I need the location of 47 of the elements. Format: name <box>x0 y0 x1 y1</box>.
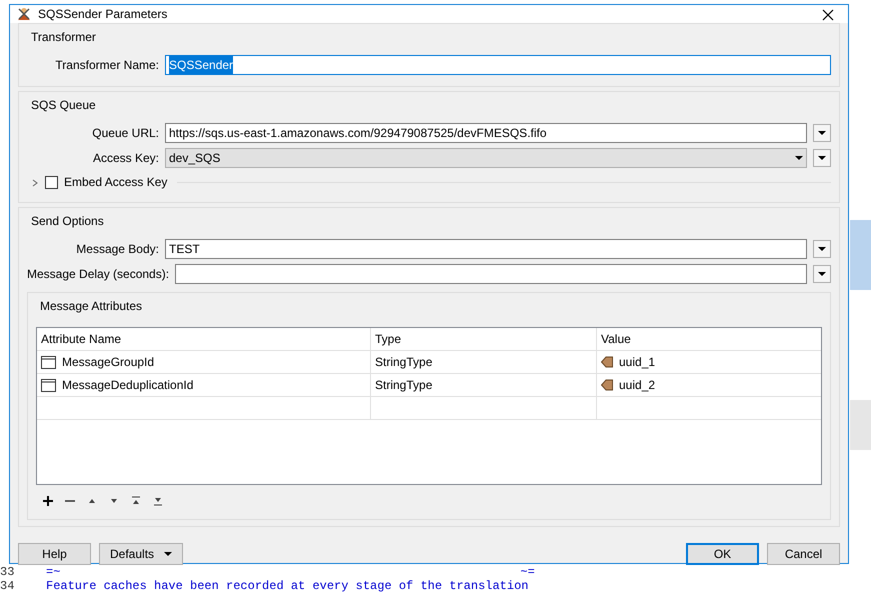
group-heading: SQS Queue <box>31 97 96 114</box>
side-panel <box>850 220 871 290</box>
field-label: Access Key: <box>92 150 159 167</box>
column-header[interactable]: Type <box>371 328 597 350</box>
field-label: Message Body: <box>75 241 159 258</box>
window-title: SQSSender Parameters <box>38 6 168 23</box>
dropdown-button[interactable] <box>813 149 831 167</box>
help-button[interactable]: Help <box>18 543 91 565</box>
field-label: Message Delay (seconds): <box>27 266 170 283</box>
line-number: 34 <box>0 579 16 593</box>
table-cell-text: MessageDeduplicationId <box>62 377 194 394</box>
field-label: Queue URL: <box>91 125 159 142</box>
log-text: =~ <box>45 565 60 579</box>
add-icon[interactable] <box>40 493 56 509</box>
table-cell-text: uuid_2 <box>619 377 656 394</box>
select-field[interactable]: dev_SQS <box>165 148 807 168</box>
table-cell-text: MessageGroupId <box>62 354 154 371</box>
attribute-icon <box>41 378 56 392</box>
cancel-button[interactable]: Cancel <box>767 543 840 565</box>
group-heading: Send Options <box>31 213 104 230</box>
table-cell: StringType <box>371 374 597 396</box>
table-cell: StringType <box>371 351 597 373</box>
dropdown-button[interactable] <box>813 240 831 258</box>
input-field[interactable]: TEST <box>165 239 807 259</box>
input-field[interactable] <box>175 264 807 284</box>
attribute-icon <box>41 356 56 368</box>
log-text: Feature caches have been recorded at every stage of the translation <box>45 579 528 593</box>
app-icon <box>16 6 32 22</box>
group-heading: Transformer <box>31 29 96 46</box>
input-field[interactable]: https://sqs.us-east-1.amazonaws.com/929479087525/devFMESQS.fifo <box>165 123 807 143</box>
checkbox-label: Embed Access Key <box>64 174 168 191</box>
log-text: ~= <box>519 565 535 579</box>
column-header[interactable]: Attribute Name <box>37 328 371 350</box>
input-field[interactable]: SQSSender <box>165 55 831 75</box>
group-heading: Message Attributes <box>40 298 142 315</box>
close-icon[interactable] <box>822 9 834 22</box>
column-header[interactable]: Value <box>597 328 821 350</box>
left-arrow-icon <box>601 356 613 368</box>
line-number: 33 <box>0 565 16 579</box>
defaults-button[interactable]: Defaults <box>99 543 184 565</box>
checkbox[interactable] <box>45 176 58 188</box>
dropdown-button[interactable] <box>813 265 831 283</box>
field-label: Transformer Name: <box>54 57 159 74</box>
ok-button[interactable]: OK <box>686 543 759 565</box>
table-cell-text: uuid_1 <box>619 354 656 371</box>
left-arrow-icon <box>601 379 613 391</box>
dropdown-button[interactable] <box>813 124 831 142</box>
